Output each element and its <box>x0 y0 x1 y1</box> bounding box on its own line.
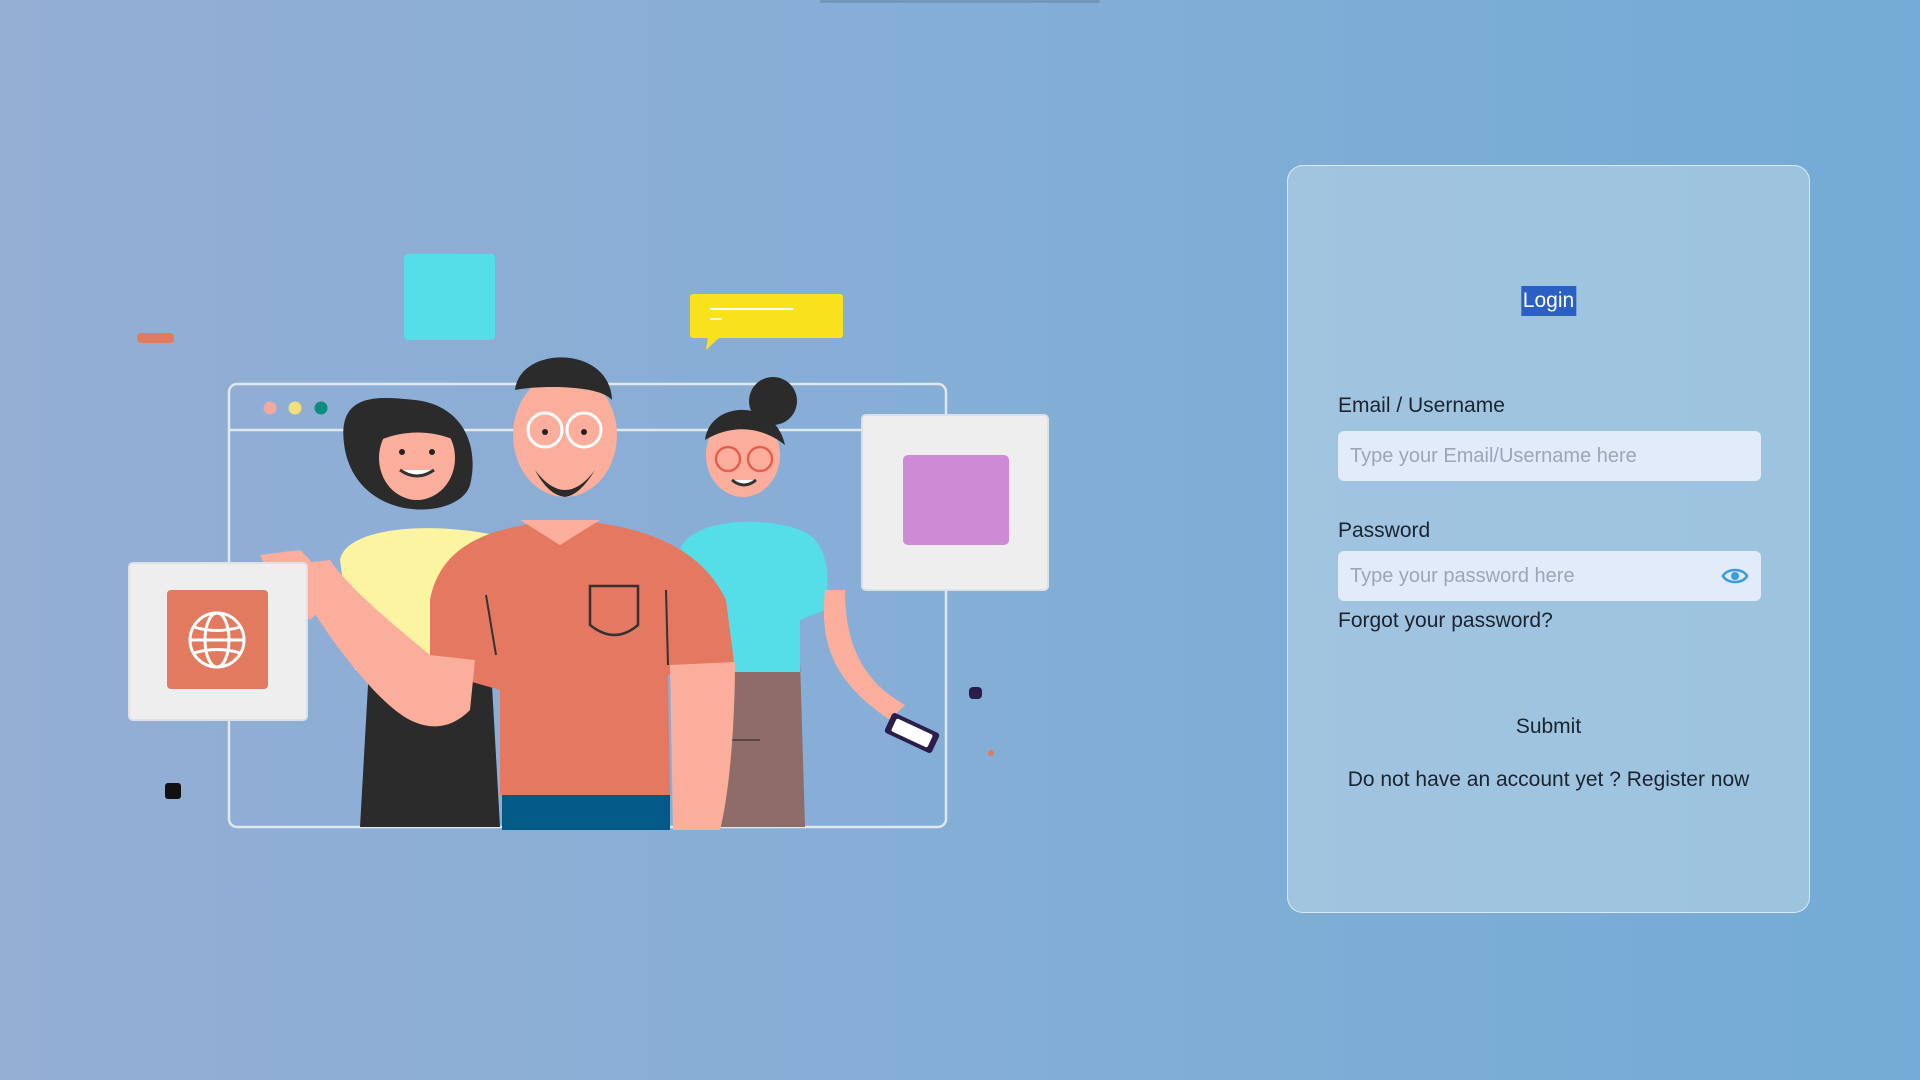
deco-dash <box>137 333 174 343</box>
cyan-tile <box>404 254 495 340</box>
man-center <box>260 357 735 830</box>
email-field-wrap <box>1338 431 1761 481</box>
login-card: Login Email / Username Password Forgot y… <box>1287 165 1810 913</box>
password-field-wrap <box>1338 551 1761 601</box>
purple-card <box>861 414 1049 591</box>
globe-card <box>128 562 308 721</box>
login-title: Login <box>1520 286 1577 316</box>
team-illustration <box>0 0 1100 1080</box>
eye-icon[interactable] <box>1721 564 1749 588</box>
email-label: Email / Username <box>1338 394 1505 417</box>
register-row: Do not have an account yet ? Register no… <box>1288 768 1809 792</box>
register-link[interactable]: Register now <box>1627 768 1750 791</box>
submit-button[interactable]: Submit <box>1506 711 1591 743</box>
forgot-password-link[interactable]: Forgot your password? <box>1338 609 1553 633</box>
email-field[interactable] <box>1338 431 1761 481</box>
deco-dot-red <box>988 750 994 756</box>
deco-dot-purple <box>969 687 982 699</box>
deco-square-black <box>165 783 181 799</box>
password-field[interactable] <box>1338 551 1761 601</box>
register-prompt: Do not have an account yet ? <box>1347 768 1621 791</box>
password-label: Password <box>1338 519 1431 542</box>
speech-bubble-icon <box>690 294 843 350</box>
